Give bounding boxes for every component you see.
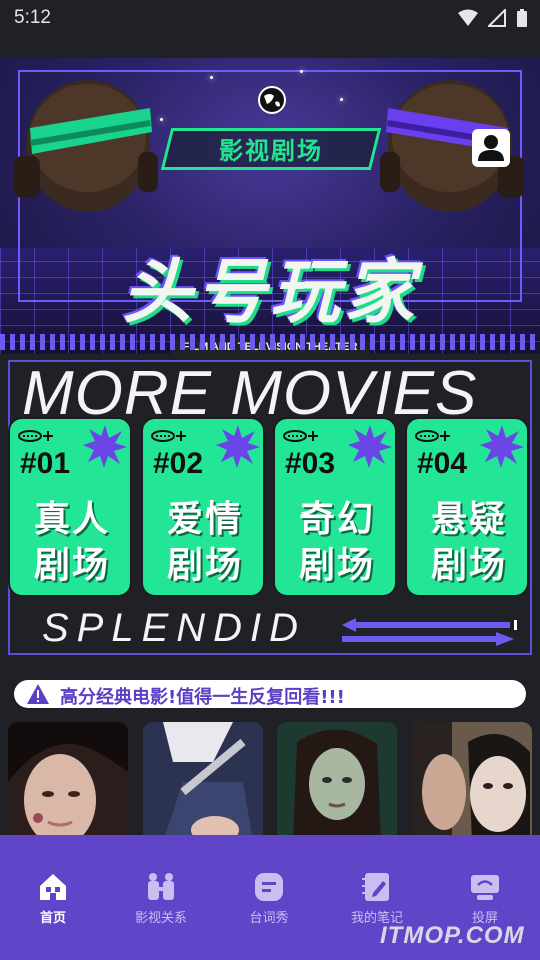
category-card[interactable]: #03 奇幻 剧场 [273, 417, 397, 597]
signal-icon [488, 9, 506, 27]
card-number: #02 [153, 447, 204, 480]
star-decoration [300, 70, 303, 73]
banner-tag: 影视剧场 [219, 137, 323, 165]
tick-strip [0, 334, 540, 350]
eye-icon [283, 430, 318, 442]
card-title-line2: 剧场 [166, 545, 243, 586]
tab-cast[interactable]: 投屏 [440, 871, 530, 926]
card-title-line1: 奇幻 [298, 499, 375, 540]
warning-icon [27, 684, 49, 704]
card-title-line1: 悬疑 [430, 499, 507, 540]
cast-icon [471, 875, 499, 900]
card-title-line2: 剧场 [33, 545, 110, 586]
eye-icon [415, 430, 450, 442]
movie-poster[interactable] [412, 722, 532, 842]
status-time: 5:12 [14, 7, 51, 28]
tab-label: 首页 [39, 911, 66, 926]
notice-banner[interactable]: 高分经典电影!值得一生反复回看!!! [14, 680, 526, 708]
battery-status-icon [517, 9, 527, 27]
starburst-icon [480, 425, 524, 468]
tab-label: 台词秀 [249, 911, 289, 926]
movie-poster[interactable] [277, 722, 397, 842]
status-icons [458, 8, 528, 28]
profile-button[interactable] [472, 129, 510, 167]
card-title: 悬疑 剧场 [407, 497, 527, 589]
poster-image [412, 722, 532, 842]
screen: 5:12 影视剧场 头号玩家 MORE MOVIES #01 真人 剧场 #02… [0, 0, 540, 960]
poster-image [277, 722, 397, 842]
starburst-icon [83, 425, 127, 468]
robot-head-left-icon [14, 80, 158, 212]
eye-icon [18, 430, 53, 442]
poster-image [8, 722, 128, 842]
star-decoration [210, 76, 213, 79]
card-number: #04 [417, 447, 468, 480]
starburst-icon [216, 425, 260, 468]
home-icon [40, 874, 66, 900]
category-card[interactable]: #02 爱情 剧场 [141, 417, 265, 597]
wifi-icon [458, 9, 478, 26]
people-icon [148, 873, 174, 900]
movie-poster[interactable] [143, 722, 263, 842]
notebook-icon [362, 873, 389, 901]
tab-quotes[interactable]: 台词秀 [224, 871, 314, 926]
card-title-line2: 剧场 [430, 545, 507, 586]
category-card[interactable]: #04 悬疑 剧场 [405, 417, 529, 597]
card-title: 奇幻 剧场 [275, 497, 395, 589]
status-bar: 5:12 [0, 0, 540, 38]
tab-relations[interactable]: 影视关系 [116, 871, 206, 926]
card-title: 爱情 剧场 [143, 497, 263, 589]
star-decoration [340, 98, 343, 101]
tab-label: 影视关系 [134, 911, 187, 926]
eye-icon [151, 430, 186, 442]
card-number: #03 [285, 447, 336, 480]
watermark: ITMOP.COM [380, 922, 525, 949]
hero-banner[interactable]: 影视剧场 头号玩家 FILM AND TELEVISION THEATER [0, 58, 540, 354]
movie-poster[interactable] [8, 722, 128, 842]
card-title-line2: 剧场 [298, 545, 375, 586]
chat-icon [255, 873, 283, 901]
notice-text: 高分经典电影!值得一生反复回看!!! [60, 687, 345, 708]
poster-image [143, 722, 263, 842]
tab-notes[interactable]: 我的笔记 [332, 871, 422, 926]
banner-title: 头号玩家 [122, 251, 418, 333]
star-decoration [160, 118, 163, 121]
user-icon [478, 135, 504, 161]
category-card[interactable]: #01 真人 剧场 [8, 417, 132, 597]
card-title-line1: 爱情 [166, 499, 243, 540]
starburst-icon [348, 425, 392, 468]
card-title: 真人 剧场 [10, 497, 130, 589]
panel-footer: SPLENDID [42, 606, 307, 650]
card-number: #01 [20, 447, 71, 480]
card-title-line1: 真人 [33, 499, 110, 540]
globe-icon [258, 86, 286, 114]
tab-home[interactable]: 首页 [8, 871, 98, 926]
double-arrow-icon [342, 618, 517, 646]
